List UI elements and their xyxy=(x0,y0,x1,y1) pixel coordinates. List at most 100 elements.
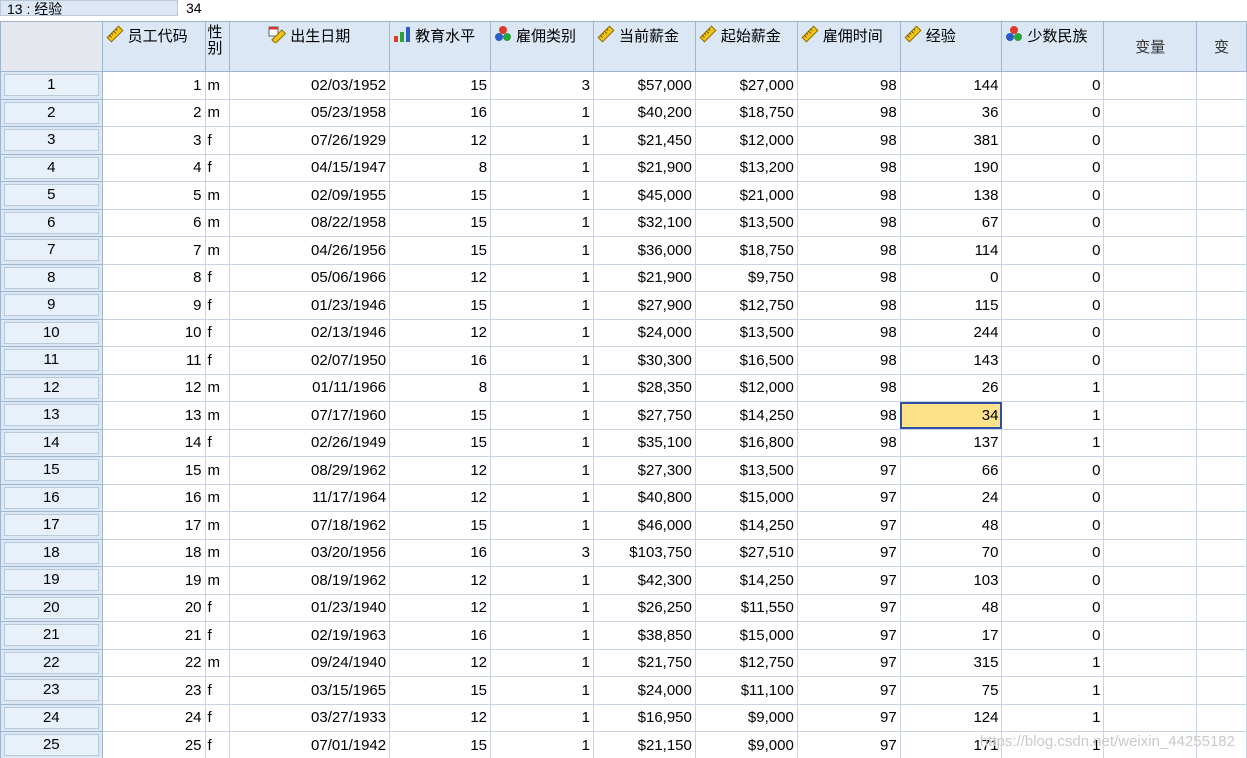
data-cell[interactable]: 04/26/1956 xyxy=(228,236,391,265)
data-cell[interactable]: 13 xyxy=(101,401,206,430)
data-cell[interactable]: 97 xyxy=(796,593,901,622)
data-cell[interactable]: m xyxy=(204,236,230,265)
corner-cell[interactable] xyxy=(0,21,103,72)
empty-cell[interactable] xyxy=(1196,208,1247,237)
row-number-header[interactable]: 8 xyxy=(0,263,103,292)
data-cell[interactable]: 1 xyxy=(490,456,594,485)
data-cell[interactable]: f xyxy=(204,593,230,622)
data-cell[interactable]: 9 xyxy=(101,291,206,320)
data-cell[interactable]: $16,500 xyxy=(694,346,798,375)
data-cell[interactable]: 3 xyxy=(101,126,206,155)
data-cell[interactable]: 1 xyxy=(490,208,594,237)
empty-cell[interactable] xyxy=(1196,483,1247,512)
data-cell[interactable]: 15 xyxy=(389,236,492,265)
data-cell[interactable]: m xyxy=(204,181,230,210)
empty-cell[interactable] xyxy=(1103,648,1198,677)
data-cell[interactable]: 24 xyxy=(899,483,1003,512)
empty-cell[interactable] xyxy=(1196,648,1247,677)
data-cell[interactable]: f xyxy=(204,153,230,182)
empty-cell[interactable] xyxy=(1103,538,1198,567)
data-cell[interactable]: f xyxy=(204,291,230,320)
data-cell[interactable]: 10 xyxy=(101,318,206,347)
data-cell[interactable]: 1 xyxy=(490,126,594,155)
data-cell[interactable]: 1 xyxy=(490,731,594,758)
data-cell[interactable]: m xyxy=(204,373,230,402)
data-cell[interactable]: 1 xyxy=(490,428,594,457)
empty-cell[interactable] xyxy=(1103,98,1198,127)
data-cell[interactable]: $14,250 xyxy=(694,566,798,595)
data-cell[interactable]: $27,510 xyxy=(694,538,798,567)
data-cell[interactable]: 0 xyxy=(1001,153,1105,182)
column-header-5[interactable]: 当前薪金 xyxy=(592,21,696,72)
data-cell[interactable]: 23 xyxy=(101,676,206,705)
data-cell[interactable]: $26,250 xyxy=(592,593,696,622)
data-cell[interactable]: $16,800 xyxy=(694,428,798,457)
data-cell[interactable]: 16 xyxy=(389,346,492,375)
row-number-header[interactable]: 6 xyxy=(0,208,103,237)
data-cell[interactable]: 1 xyxy=(490,401,594,430)
data-cell[interactable]: $40,800 xyxy=(592,483,696,512)
data-cell[interactable]: 1 xyxy=(1001,676,1105,705)
data-cell[interactable]: 7 xyxy=(101,236,206,265)
data-cell[interactable]: 15 xyxy=(389,401,492,430)
data-cell[interactable]: 1 xyxy=(1001,428,1105,457)
data-cell[interactable]: 12 xyxy=(389,703,492,732)
empty-cell[interactable] xyxy=(1196,346,1247,375)
data-cell[interactable]: m xyxy=(204,538,230,567)
data-cell[interactable]: f xyxy=(204,428,230,457)
data-cell[interactable]: $12,000 xyxy=(694,126,798,155)
data-cell[interactable]: 0 xyxy=(1001,566,1105,595)
data-cell[interactable]: 0 xyxy=(1001,593,1105,622)
data-cell[interactable]: $21,900 xyxy=(592,263,696,292)
data-cell[interactable]: 1 xyxy=(490,263,594,292)
data-cell[interactable]: 12 xyxy=(389,648,492,677)
data-cell[interactable]: $27,750 xyxy=(592,401,696,430)
data-cell[interactable]: 11/17/1964 xyxy=(228,483,391,512)
data-cell[interactable]: f xyxy=(204,318,230,347)
row-number-header[interactable]: 4 xyxy=(0,153,103,182)
data-cell[interactable]: $21,450 xyxy=(592,126,696,155)
data-cell[interactable]: 381 xyxy=(899,126,1003,155)
data-cell[interactable]: 16 xyxy=(101,483,206,512)
data-cell[interactable]: $21,900 xyxy=(592,153,696,182)
empty-cell[interactable] xyxy=(1103,126,1198,155)
data-cell[interactable]: $21,750 xyxy=(592,648,696,677)
column-header-4[interactable]: 雇佣类别 xyxy=(490,21,594,72)
data-cell[interactable]: 98 xyxy=(796,153,901,182)
row-number-header[interactable]: 3 xyxy=(0,126,103,155)
data-cell[interactable]: 70 xyxy=(899,538,1003,567)
row-number-header[interactable]: 5 xyxy=(0,181,103,210)
data-cell[interactable]: m xyxy=(204,511,230,540)
data-cell[interactable]: 07/18/1962 xyxy=(228,511,391,540)
data-cell[interactable]: $14,250 xyxy=(694,401,798,430)
data-cell[interactable]: 05/23/1958 xyxy=(228,98,391,127)
data-cell[interactable]: 48 xyxy=(899,511,1003,540)
data-cell[interactable]: $9,750 xyxy=(694,263,798,292)
data-cell[interactable]: f xyxy=(204,263,230,292)
empty-cell[interactable] xyxy=(1196,71,1247,100)
data-cell[interactable]: 98 xyxy=(796,346,901,375)
data-cell[interactable]: f xyxy=(204,346,230,375)
empty-cell[interactable] xyxy=(1103,263,1198,292)
empty-cell[interactable] xyxy=(1103,676,1198,705)
data-cell[interactable]: 5 xyxy=(101,181,206,210)
empty-cell[interactable] xyxy=(1103,236,1198,265)
data-cell[interactable]: 02/03/1952 xyxy=(228,71,391,100)
empty-cell[interactable] xyxy=(1196,98,1247,127)
data-cell[interactable]: m xyxy=(204,401,230,430)
empty-cell[interactable] xyxy=(1103,428,1198,457)
data-cell[interactable]: 98 xyxy=(796,208,901,237)
column-header-7[interactable]: 雇佣时间 xyxy=(796,21,901,72)
data-cell[interactable]: f xyxy=(204,703,230,732)
data-cell[interactable]: 12 xyxy=(389,318,492,347)
data-cell[interactable]: $11,100 xyxy=(694,676,798,705)
data-cell[interactable]: 12 xyxy=(389,593,492,622)
empty-cell[interactable] xyxy=(1103,566,1198,595)
data-cell[interactable]: $16,950 xyxy=(592,703,696,732)
data-cell[interactable]: 1 xyxy=(490,346,594,375)
data-cell[interactable]: 03/20/1956 xyxy=(228,538,391,567)
data-cell[interactable]: 02/13/1946 xyxy=(228,318,391,347)
data-cell[interactable]: 0 xyxy=(1001,71,1105,100)
data-cell[interactable]: 97 xyxy=(796,456,901,485)
data-cell[interactable]: $35,100 xyxy=(592,428,696,457)
